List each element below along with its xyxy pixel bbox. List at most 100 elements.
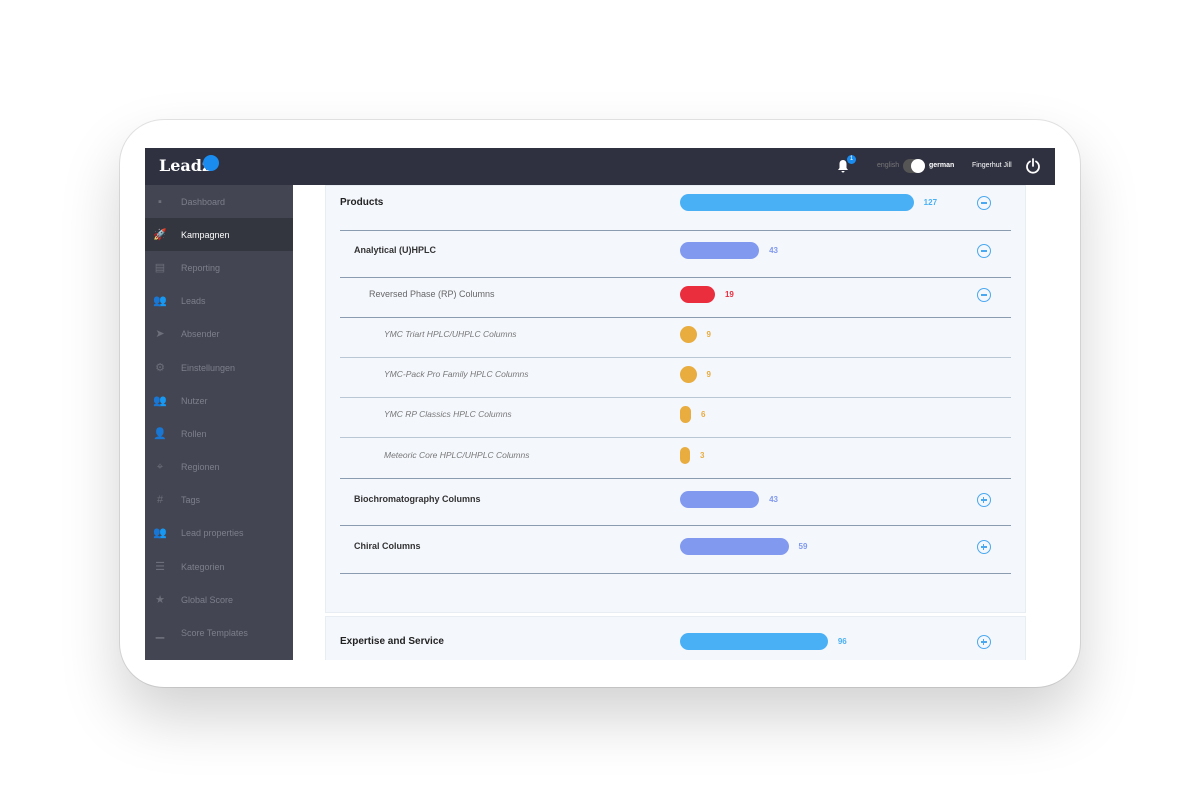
value-bar bbox=[680, 242, 760, 259]
row-label: Reversed Phase (RP) Columns bbox=[369, 289, 495, 299]
user-name[interactable]: Fingerhut Jill bbox=[972, 162, 1012, 169]
tree-row[interactable]: Analytical (U)HPLC 43 bbox=[340, 241, 1011, 261]
value-bar bbox=[680, 406, 692, 423]
value-bar bbox=[680, 326, 697, 343]
row-divider bbox=[340, 277, 1011, 278]
expand-icon[interactable] bbox=[977, 635, 991, 649]
collapse-icon[interactable] bbox=[977, 244, 991, 258]
lang-english-label[interactable]: english bbox=[877, 162, 899, 169]
report-icon: ▤ bbox=[154, 261, 166, 274]
user-gear-icon: 👤 bbox=[153, 427, 167, 440]
row-value: 43 bbox=[769, 246, 779, 255]
sidebar-item-reporting[interactable]: ▤ Reporting bbox=[145, 251, 293, 284]
sidebar-item-label: Kategorien bbox=[181, 561, 225, 572]
sidebar-item-label: Regionen bbox=[181, 462, 220, 473]
sidebar-item-label: Reporting bbox=[181, 262, 221, 273]
grid-icon: ▪ bbox=[158, 195, 162, 208]
value-bar bbox=[680, 491, 760, 508]
people-icon: 👥 bbox=[153, 394, 167, 407]
sidebar-item-nutzer[interactable]: 👥 Nutzer bbox=[145, 384, 293, 417]
row-divider bbox=[340, 230, 1011, 231]
tree-row[interactable]: Meteoric Core HPLC/UHPLC Columns 3 bbox=[340, 446, 1011, 466]
value-bar bbox=[680, 194, 914, 211]
top-bar: Leadz 1 english german Fingerhut Jill bbox=[145, 148, 1055, 185]
sidebar-item-label: Global Score bbox=[181, 594, 234, 605]
logo-dot-icon bbox=[203, 155, 219, 171]
value-bar bbox=[680, 366, 697, 383]
tree-row-expertise[interactable]: Expertise and Service 96 bbox=[340, 632, 1011, 652]
map-icon: ⌖ bbox=[156, 461, 164, 474]
sidebar-item-einstellungen[interactable]: ⚙ Einstellungen bbox=[145, 351, 293, 384]
app-screen: Leadz 1 english german Fingerhut Jill ▪ D… bbox=[145, 148, 1055, 660]
tree-row[interactable]: Products 127 bbox=[340, 193, 1011, 213]
expertise-panel: Expertise and Service 96 bbox=[325, 616, 1026, 660]
row-value: 6 bbox=[701, 410, 706, 419]
row-divider bbox=[340, 573, 1011, 574]
rocket-icon: 🚀 bbox=[153, 228, 167, 241]
notification-badge: 1 bbox=[847, 155, 856, 164]
tree-row[interactable]: Biochromatography Columns 43 bbox=[340, 490, 1011, 510]
power-icon[interactable] bbox=[1025, 158, 1041, 174]
sidebar-item-score-templates[interactable]: ▁ Score Templates bbox=[145, 616, 293, 649]
tree-row[interactable]: YMC-Pack Pro Family HPLC Columns 9 bbox=[340, 365, 1011, 385]
row-label: YMC RP Classics HPLC Columns bbox=[384, 409, 512, 419]
sidebar-item-regionen[interactable]: ⌖ Regionen bbox=[145, 451, 293, 484]
list-icon: ☰ bbox=[155, 560, 165, 573]
people-icon: 👥 bbox=[153, 527, 167, 540]
row-label: YMC Triart HPLC/UHPLC Columns bbox=[384, 329, 517, 339]
row-divider bbox=[340, 478, 1011, 479]
value-bar bbox=[680, 286, 715, 303]
star-icon: ★ bbox=[155, 593, 165, 606]
row-value: 127 bbox=[923, 198, 938, 207]
row-divider bbox=[340, 437, 1011, 438]
sidebar-item-label: Dashboard bbox=[181, 196, 226, 207]
sidebar-item-label: Rollen bbox=[181, 428, 207, 439]
row-label: Meteoric Core HPLC/UHPLC Columns bbox=[384, 450, 530, 460]
sidebar-item-leads[interactable]: 👥 Leads bbox=[145, 285, 293, 318]
tree-row[interactable]: YMC RP Classics HPLC Columns 6 bbox=[340, 405, 1011, 425]
value-bar bbox=[680, 633, 828, 650]
row-value: 19 bbox=[724, 290, 734, 299]
row-divider bbox=[340, 317, 1011, 318]
expand-icon[interactable] bbox=[977, 540, 991, 554]
row-label: Expertise and Service bbox=[340, 636, 444, 647]
sidebar-item-kategorien[interactable]: ☰ Kategorien bbox=[145, 550, 293, 583]
row-value: 96 bbox=[837, 637, 847, 646]
row-value: 3 bbox=[700, 451, 705, 460]
sidebar-item-label: Lead properties bbox=[181, 528, 244, 539]
sidebar-item-label: Nutzer bbox=[181, 395, 208, 406]
signal-icon: ▁ bbox=[155, 627, 165, 640]
gear-icon: ⚙ bbox=[155, 361, 165, 374]
paper-plane-icon: ➤ bbox=[155, 328, 165, 341]
language-toggle[interactable] bbox=[903, 159, 925, 173]
people-icon: 👥 bbox=[153, 295, 167, 308]
tree-row[interactable]: Reversed Phase (RP) Columns 19 bbox=[340, 285, 1011, 305]
row-divider bbox=[340, 397, 1011, 398]
collapse-icon[interactable] bbox=[977, 196, 991, 210]
expand-icon[interactable] bbox=[977, 493, 991, 507]
row-value: 9 bbox=[706, 370, 711, 379]
sidebar-item-dashboard[interactable]: ▪ Dashboard bbox=[145, 185, 293, 218]
collapse-icon[interactable] bbox=[977, 288, 991, 302]
lang-german-label[interactable]: german bbox=[929, 162, 954, 169]
tree-row[interactable]: YMC Triart HPLC/UHPLC Columns 9 bbox=[340, 325, 1011, 345]
row-label: Biochromatography Columns bbox=[354, 494, 481, 504]
row-value: 59 bbox=[798, 542, 808, 551]
sidebar-item-global-score[interactable]: ★ Global Score bbox=[145, 583, 293, 616]
row-value: 43 bbox=[769, 495, 779, 504]
sidebar-item-rollen[interactable]: 👤 Rollen bbox=[145, 417, 293, 450]
row-label: YMC-Pack Pro Family HPLC Columns bbox=[384, 369, 529, 379]
sidebar-item-absender[interactable]: ➤ Absender bbox=[145, 318, 293, 351]
sidebar-item-label: Leads bbox=[181, 296, 206, 307]
sidebar-item-lead-properties[interactable]: 👥 Lead properties bbox=[145, 517, 293, 550]
main-content: Products 127 Analytical (U)HPLC 43 Reverse… bbox=[293, 185, 1055, 660]
sidebar-item-label: Einstellungen bbox=[181, 362, 236, 373]
tree-row[interactable]: Chiral Columns 59 bbox=[340, 537, 1011, 557]
value-bar bbox=[680, 538, 789, 555]
sidebar-item-tags[interactable]: # Tags bbox=[145, 484, 293, 517]
sidebar-item-kampagnen[interactable]: 🚀 Kampagnen bbox=[145, 218, 293, 252]
row-label: Analytical (U)HPLC bbox=[354, 245, 437, 255]
sidebar-item-label: Absender bbox=[181, 329, 220, 340]
sidebar: ▪ Dashboard 🚀 Kampagnen ▤ Reporting 👥 Leads ➤ Abs… bbox=[145, 185, 293, 660]
products-panel: Products 127 Analytical (U)HPLC 43 Reverse… bbox=[325, 185, 1026, 613]
